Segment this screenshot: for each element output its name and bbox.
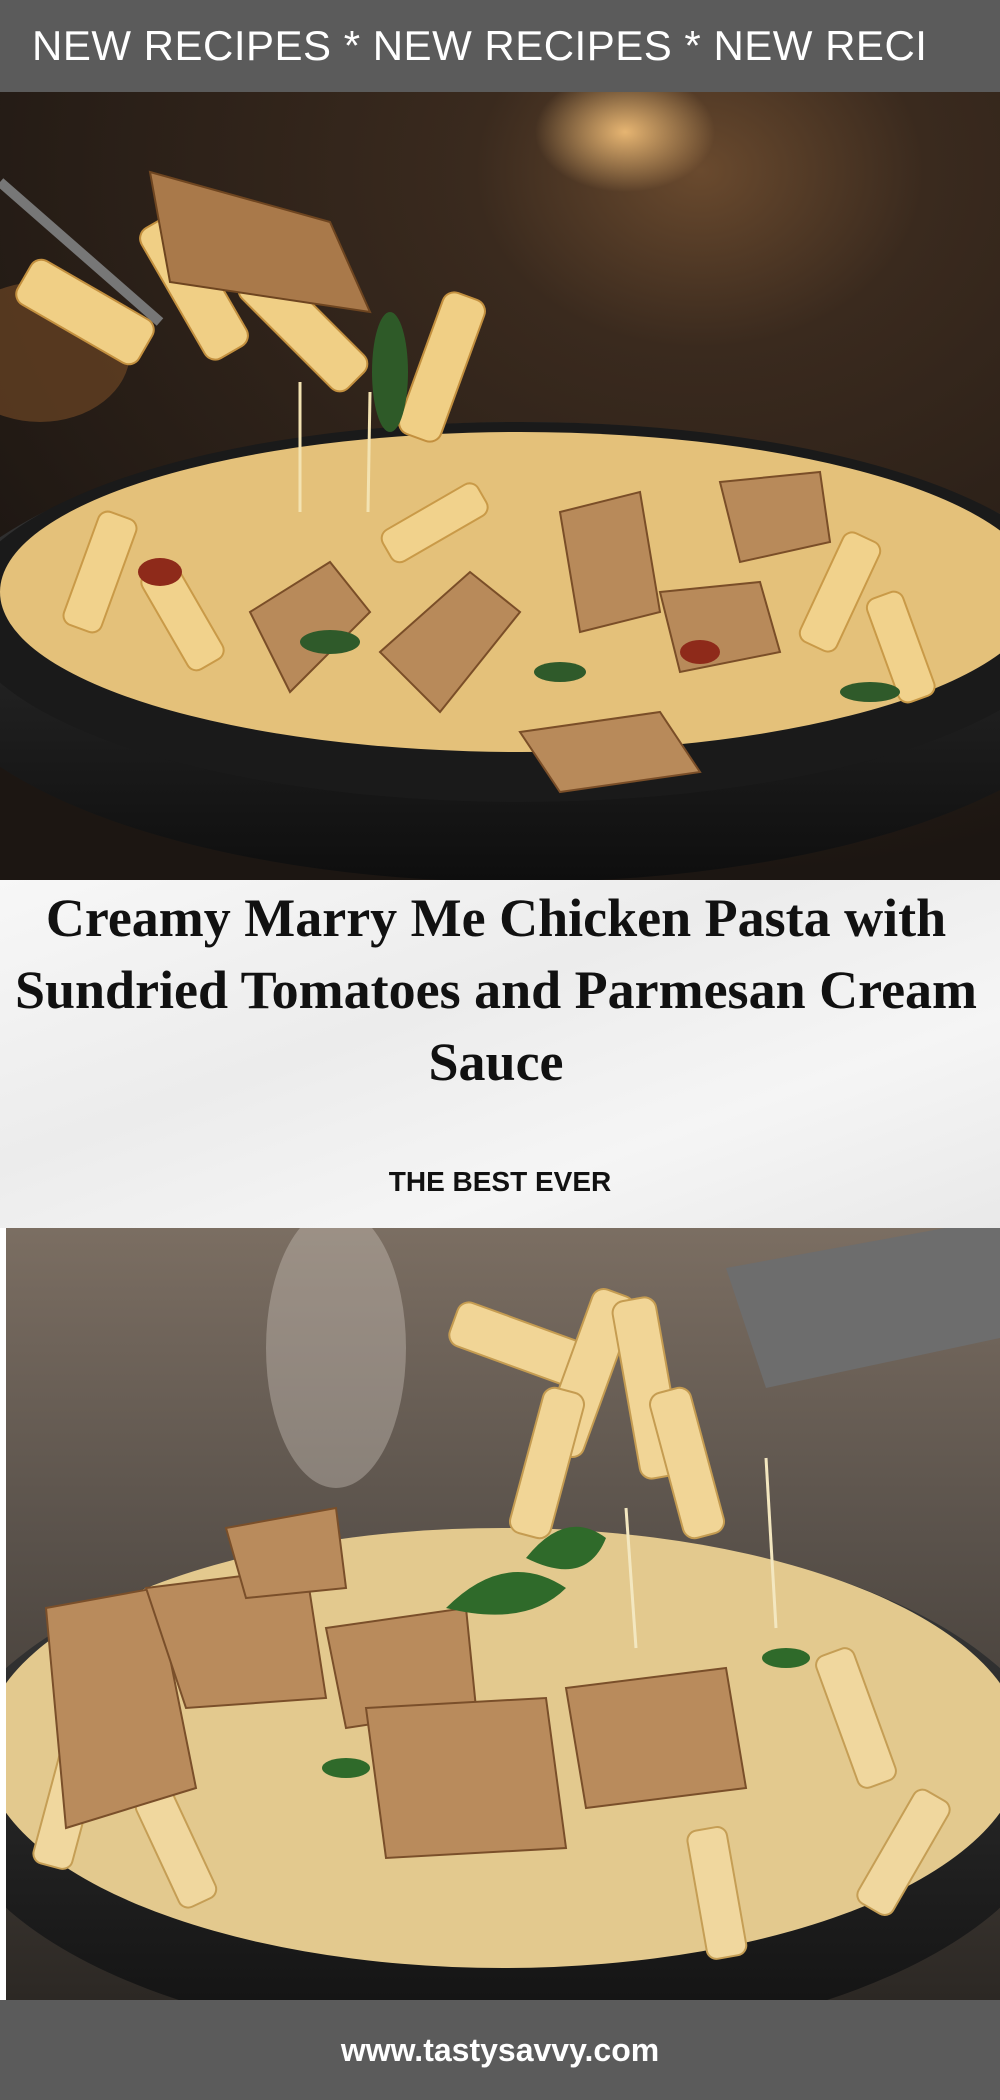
- title-panel: Creamy Marry Me Chicken Pasta with Sundr…: [0, 880, 1000, 1228]
- bottom-pasta-photo: [6, 1228, 1000, 2000]
- top-pasta-photo: [0, 92, 1000, 880]
- recipe-title: Creamy Marry Me Chicken Pasta with Sundr…: [14, 888, 978, 1092]
- footer-banner: www.tastysavvy.com: [0, 2000, 1000, 2100]
- recipe-tagline: THE BEST EVER: [388, 1166, 612, 1197]
- top-banner-text: NEW RECIPES * NEW RECIPES * NEW RECI: [32, 22, 928, 69]
- website-url[interactable]: www.tastysavvy.com: [341, 2032, 659, 2069]
- top-banner: NEW RECIPES * NEW RECIPES * NEW RECI: [0, 0, 1000, 92]
- pasta-pan-image: [0, 92, 1000, 880]
- pasta-pan-image: [6, 1228, 1000, 2000]
